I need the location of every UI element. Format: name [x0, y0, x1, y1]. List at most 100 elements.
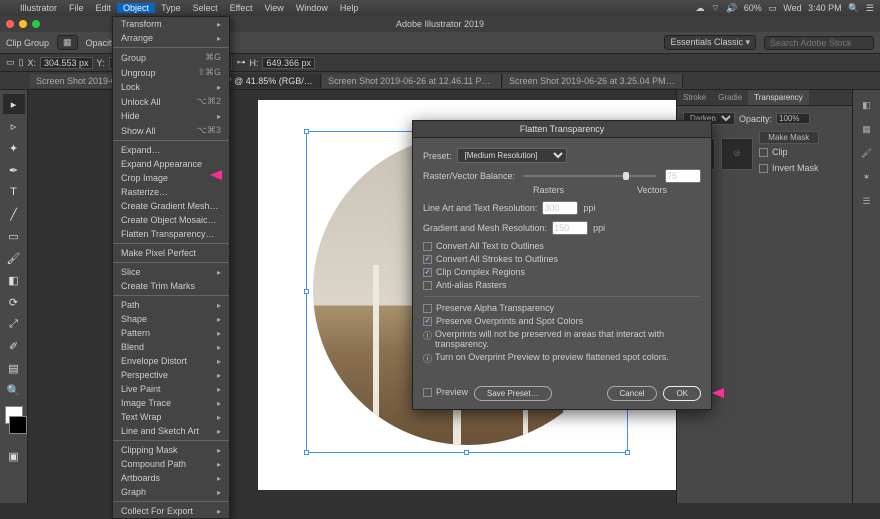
menu-view[interactable]: View: [258, 3, 289, 13]
menuitem-create-trim-marks[interactable]: Create Trim Marks: [113, 279, 229, 293]
gradient-tool[interactable]: ▤: [3, 358, 25, 378]
opacity-label: Opacity:: [739, 114, 772, 124]
gradient-res-field[interactable]: [552, 221, 588, 235]
menuitem-perspective[interactable]: Perspective: [113, 368, 229, 382]
menuitem-flatten-transparency-[interactable]: Flatten Transparency…: [113, 227, 229, 241]
swatches-icon[interactable]: ▦: [858, 120, 876, 138]
symbols-icon[interactable]: ✶: [858, 168, 876, 186]
menuitem-pattern[interactable]: Pattern: [113, 326, 229, 340]
menuitem-create-gradient-mesh-[interactable]: Create Gradient Mesh…: [113, 199, 229, 213]
pen-tool[interactable]: ✒: [3, 160, 25, 180]
menuitem-text-wrap[interactable]: Text Wrap: [113, 410, 229, 424]
direct-selection-tool[interactable]: ▹: [3, 116, 25, 136]
menuitem-group[interactable]: Group⌘G: [113, 50, 229, 65]
menuitem-image-trace[interactable]: Image Trace: [113, 396, 229, 410]
menuitem-collect-for-export[interactable]: Collect For Export: [113, 504, 229, 518]
convert-text-checkbox[interactable]: [423, 242, 432, 251]
layers-icon[interactable]: ☰: [858, 192, 876, 210]
menuitem-arrange[interactable]: Arrange: [113, 31, 229, 45]
menu-window[interactable]: Window: [290, 3, 334, 13]
eyedropper-tool[interactable]: ✐: [3, 336, 25, 356]
scale-tool[interactable]: ⤢: [3, 314, 25, 334]
line-tool[interactable]: ╱: [3, 204, 25, 224]
preserve-overprints-checkbox[interactable]: ✓: [423, 317, 432, 326]
menuitem-slice[interactable]: Slice: [113, 265, 229, 279]
preset-select[interactable]: [Medium Resolution]: [457, 148, 567, 163]
preview-checkbox[interactable]: [423, 388, 432, 397]
eraser-tool[interactable]: ◧: [3, 270, 25, 290]
color-icon[interactable]: ◧: [858, 96, 876, 114]
x-field[interactable]: 304.553 px: [40, 57, 93, 69]
menuitem-shape[interactable]: Shape: [113, 312, 229, 326]
menuitem-transform[interactable]: Transform: [113, 17, 229, 31]
opacity-field[interactable]: [776, 113, 810, 124]
menuitem-unlock-all: Unlock All⌥⌘2: [113, 94, 229, 109]
menuitem-compound-path[interactable]: Compound Path: [113, 457, 229, 471]
antialias-checkbox[interactable]: [423, 281, 432, 290]
notification-icon[interactable]: ☰: [866, 3, 874, 13]
preserve-alpha-checkbox[interactable]: [423, 304, 432, 313]
panel-tab-stroke[interactable]: Stroke: [677, 90, 712, 105]
menuitem-graph[interactable]: Graph: [113, 485, 229, 499]
doc-tab[interactable]: Screen Shot 2019-06-26 at 3.25.04 PM.png…: [503, 74, 683, 88]
type-tool[interactable]: T: [3, 182, 25, 202]
h-field[interactable]: 649.366 px: [262, 57, 315, 69]
menuitem-live-paint[interactable]: Live Paint: [113, 382, 229, 396]
balance-field[interactable]: [665, 169, 701, 183]
panel-tab-transparency[interactable]: Transparency: [748, 90, 809, 105]
ok-button[interactable]: OK: [663, 386, 701, 401]
menu-help[interactable]: Help: [334, 3, 365, 13]
rotate-tool[interactable]: ⟳: [3, 292, 25, 312]
save-preset-button[interactable]: Save Preset…: [474, 386, 552, 401]
menu-file[interactable]: File: [63, 3, 90, 13]
invert-checkbox[interactable]: [759, 164, 768, 173]
menu-object[interactable]: Object: [117, 3, 155, 13]
menuitem-lock[interactable]: Lock: [113, 80, 229, 94]
menuitem-make-pixel-perfect[interactable]: Make Pixel Perfect: [113, 246, 229, 260]
balance-slider[interactable]: [524, 175, 656, 177]
panel-tab-gradient[interactable]: Gradie: [712, 90, 748, 105]
menuitem-blend[interactable]: Blend: [113, 340, 229, 354]
brush-tool[interactable]: 🖌: [3, 248, 25, 268]
workspace-switcher[interactable]: Essentials Classic ▾: [664, 35, 756, 50]
lineart-res-field[interactable]: [542, 201, 578, 215]
screen-mode[interactable]: ▣: [3, 446, 25, 466]
menu-type[interactable]: Type: [155, 3, 187, 13]
stroke-color[interactable]: [9, 416, 27, 434]
magic-wand-tool[interactable]: ✦: [3, 138, 25, 158]
zoom-tool[interactable]: 🔍: [3, 380, 25, 400]
menu-effect[interactable]: Effect: [224, 3, 259, 13]
menuitem-hide[interactable]: Hide: [113, 109, 229, 123]
fill-swatch[interactable]: ▦: [57, 35, 78, 50]
menuitem-artboards[interactable]: Artboards: [113, 471, 229, 485]
menuitem-expand-[interactable]: Expand…: [113, 143, 229, 157]
make-mask-button[interactable]: Make Mask: [759, 131, 819, 144]
menuitem-rasterize-[interactable]: Rasterize…: [113, 185, 229, 199]
search-stock[interactable]: [764, 36, 874, 50]
search-icon[interactable]: 🔍: [848, 3, 859, 13]
rectangle-tool[interactable]: ▭: [3, 226, 25, 246]
doc-tab[interactable]: Screen Shot 2019-06-26 at 12.46.11 PM.pn…: [322, 74, 502, 88]
clip-regions-checkbox[interactable]: ✓: [423, 268, 432, 277]
menuitem-envelope-distort[interactable]: Envelope Distort: [113, 354, 229, 368]
cancel-button[interactable]: Cancel: [607, 386, 658, 401]
menu-select[interactable]: Select: [187, 3, 224, 13]
traffic-lights[interactable]: [6, 20, 40, 28]
tool-panel: ▸ ▹ ✦ ✒ T ╱ ▭ 🖌 ◧ ⟳ ⤢ ✐ ▤ 🔍 ▣: [0, 90, 28, 503]
menuitem-path[interactable]: Path: [113, 298, 229, 312]
menu-illustrator[interactable]: Illustrator: [14, 3, 63, 13]
clip-checkbox[interactable]: [759, 148, 768, 157]
menuitem-clipping-mask[interactable]: Clipping Mask: [113, 443, 229, 457]
menu-edit[interactable]: Edit: [90, 3, 118, 13]
mask-thumb[interactable]: ⊘: [721, 138, 753, 170]
macos-menubar: Illustrator File Edit Object Type Select…: [0, 0, 880, 16]
menuitem-line-and-sketch-art[interactable]: Line and Sketch Art: [113, 424, 229, 438]
brushes-icon[interactable]: 🖌: [858, 144, 876, 162]
menuitem-create-object-mosaic-[interactable]: Create Object Mosaic…: [113, 213, 229, 227]
menuitem-ungroup: Ungroup⇧⌘G: [113, 65, 229, 80]
right-icon-strip: ◧ ▦ 🖌 ✶ ☰: [852, 90, 880, 503]
menuitem-expand-appearance: Expand Appearance: [113, 157, 229, 171]
convert-strokes-checkbox[interactable]: ✓: [423, 255, 432, 264]
selection-tool[interactable]: ▸: [3, 94, 25, 114]
clock-day: Wed: [783, 3, 801, 13]
